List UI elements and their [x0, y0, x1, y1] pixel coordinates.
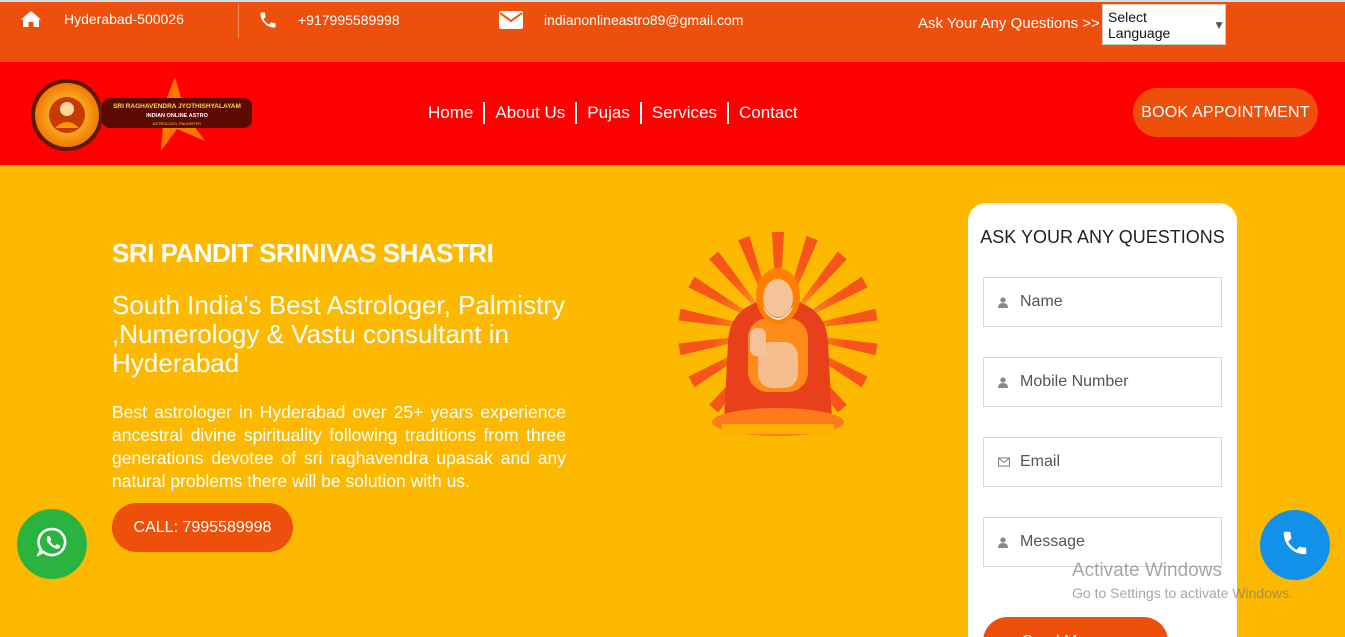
home-icon: [20, 10, 42, 28]
nav-divider: [639, 102, 642, 124]
nav-contact[interactable]: Contact: [731, 103, 806, 123]
mobile-field[interactable]: Mobile Number: [983, 357, 1222, 407]
name-placeholder: Name: [1020, 293, 1063, 310]
email-placeholder: Email: [1020, 453, 1061, 470]
main-nav: Home About Us Pujas Services Contact: [420, 102, 806, 124]
user-icon: [998, 376, 1010, 388]
email-item[interactable]: indianonlineastro89@gmail.com: [498, 10, 743, 30]
hero-subtitle: South India's Best Astrologer, Palmistry…: [112, 290, 565, 378]
nav-divider: [483, 102, 486, 124]
mobile-placeholder: Mobile Number: [1020, 373, 1129, 390]
email-text[interactable]: indianonlineastro89@gmail.com: [544, 12, 743, 28]
hero-name: SRI PANDIT SRINIVAS SHASTRI: [112, 238, 494, 268]
main-nav-bar: SRI RAGHAVENDRA JYOTHISHYALAYAM INDIAN O…: [0, 62, 1345, 165]
topbar-divider: [238, 4, 239, 38]
phone-text[interactable]: +917995589998: [298, 12, 400, 28]
form-title: ASK YOUR ANY QUESTIONS: [980, 227, 1225, 247]
hero-description: Best astrologer in Hyderabad over 25+ ye…: [112, 402, 566, 491]
logo-line3: ASTROLOGY, PALMISTRY: [153, 121, 202, 126]
site-logo[interactable]: SRI RAGHAVENDRA JYOTHISHYALAYAM INDIAN O…: [30, 76, 255, 154]
logo-line1: SRI RAGHAVENDRA JYOTHISHYALAYAM: [113, 103, 241, 110]
phone-icon: [1280, 528, 1310, 563]
nav-about-us[interactable]: About Us: [487, 103, 573, 123]
whatsapp-button[interactable]: [17, 509, 87, 579]
send-message-button[interactable]: Send Message: [983, 617, 1168, 637]
envelope-icon: [998, 457, 1010, 467]
user-icon: [998, 296, 1010, 308]
message-placeholder: Message: [1020, 533, 1085, 550]
nav-home[interactable]: Home: [420, 103, 481, 123]
logo-line2: INDIAN ONLINE ASTRO: [146, 113, 209, 119]
guru-image: [600, 232, 950, 438]
watermark-subtitle: Go to Settings to activate Windows.: [1072, 585, 1293, 601]
address-item: Hyderabad-500026: [20, 10, 184, 28]
user-icon: [998, 536, 1010, 548]
name-field[interactable]: Name: [983, 277, 1222, 327]
windows-activation-watermark: Activate Windows Go to Settings to activ…: [1072, 560, 1293, 601]
envelope-icon: [498, 10, 524, 30]
whatsapp-icon: [36, 526, 68, 563]
top-bar: Hyderabad-500026 +917995589998 indianonl…: [0, 0, 1345, 62]
address-text: Hyderabad-500026: [64, 11, 184, 27]
nav-divider: [575, 102, 578, 124]
language-select[interactable]: Select Language ▼: [1102, 4, 1226, 45]
phone-item[interactable]: +917995589998: [258, 10, 400, 30]
book-appointment-button[interactable]: BOOK APPOINTMENT: [1133, 88, 1318, 137]
nav-pujas[interactable]: Pujas: [579, 103, 638, 123]
nav-divider: [727, 102, 730, 124]
email-field[interactable]: Email: [983, 437, 1222, 487]
phone-icon: [258, 10, 278, 30]
language-select-value: Select Language: [1108, 8, 1171, 41]
dropdown-arrow-icon: ▼: [1213, 17, 1225, 32]
ask-questions-link[interactable]: Ask Your Any Questions >>: [918, 15, 1100, 32]
call-button[interactable]: CALL: 7995589998: [112, 503, 293, 552]
watermark-title: Activate Windows: [1072, 560, 1222, 581]
nav-services[interactable]: Services: [644, 103, 725, 123]
